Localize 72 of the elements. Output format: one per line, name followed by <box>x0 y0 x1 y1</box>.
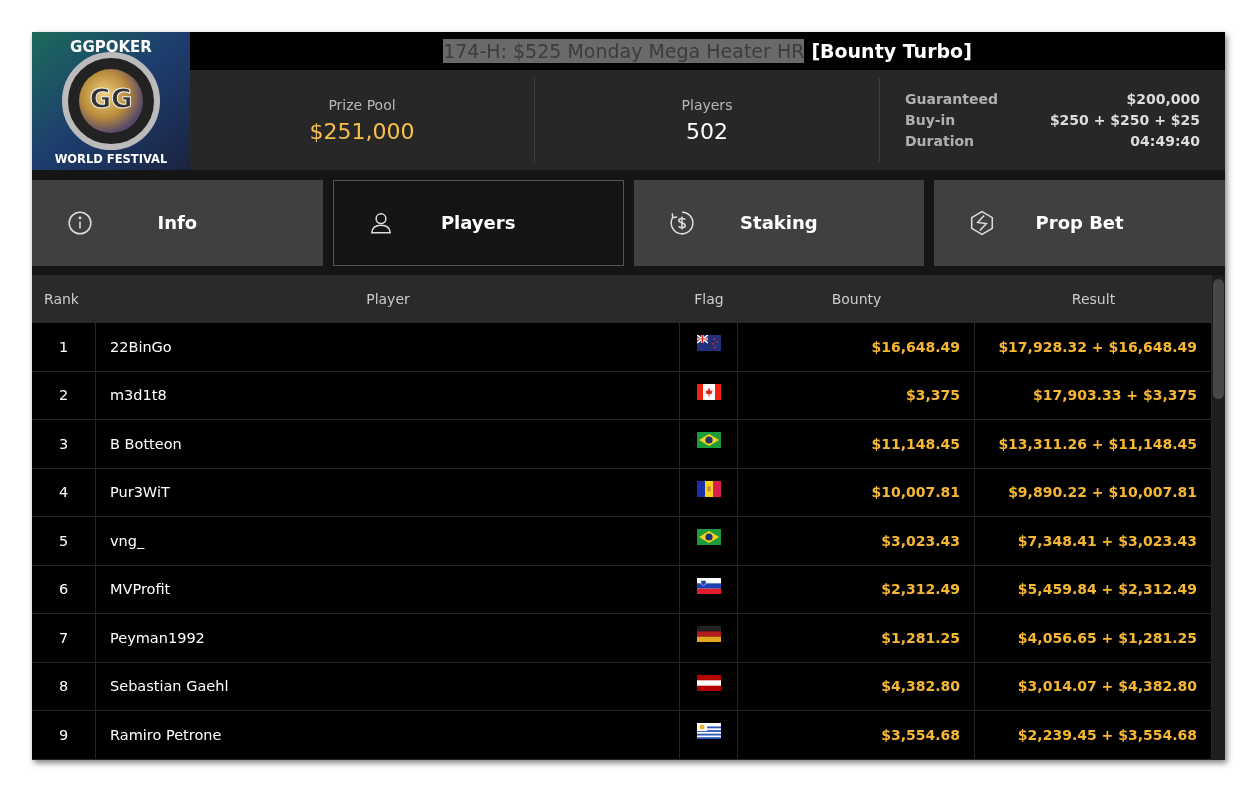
bounty-amount: $2,312.49 <box>881 581 960 598</box>
player-name: vng_ <box>110 532 145 549</box>
rank-cell: 6 <box>58 581 69 598</box>
bounty-amount: $3,375 <box>905 387 960 404</box>
result-amount: $17,928.32 + $16,648.49 <box>998 338 1197 355</box>
detail-label: Guaranteed <box>905 91 998 107</box>
rank-cell: 5 <box>58 532 69 549</box>
detail-value: $250 + $250 + $25 <box>1049 112 1200 128</box>
player-name: Sebastian Gaehl <box>110 678 229 695</box>
rank-cell: 7 <box>58 629 69 646</box>
bounty-amount: $11,148.45 <box>871 435 960 452</box>
tab[interactable]: Info <box>32 179 323 266</box>
result-amount: $2,239.45 + $3,554.68 <box>1017 726 1197 743</box>
scrollbar-thumb[interactable] <box>1213 279 1224 399</box>
logo-monogram-text: GG <box>89 84 133 114</box>
column-header: Player <box>365 291 411 307</box>
bounty-amount: $16,648.49 <box>871 338 960 355</box>
slovenia-flag-icon <box>696 577 721 594</box>
result-amount: $5,459.84 + $2,312.49 <box>1017 581 1197 598</box>
brazil-flag-icon <box>696 432 721 448</box>
prize-pool-label: Prize Pool <box>328 96 396 113</box>
player-name: Peyman1992 <box>110 629 205 646</box>
bounty-amount: $10,007.81 <box>871 484 960 501</box>
rank-cell: 9 <box>58 726 69 743</box>
info-icon <box>67 209 93 236</box>
bounty-amount: $3,554.68 <box>881 726 960 743</box>
player-name: Ramiro Petrone <box>110 726 222 743</box>
new-zealand-flag-icon <box>696 335 721 351</box>
lightning-hexagon-icon <box>969 209 996 236</box>
players-label: Players <box>681 96 733 113</box>
column-header: Bounty <box>830 291 883 307</box>
column-header: Rank <box>43 291 80 307</box>
rank-cell: 8 <box>58 678 69 695</box>
detail-value: $200,000 <box>1126 91 1200 107</box>
andorra-flag-icon <box>696 480 721 497</box>
detail-value: 04:49:40 <box>1130 133 1200 149</box>
rank-cell: 2 <box>58 387 69 404</box>
austria-flag-icon <box>696 674 721 691</box>
player-name: Pur3WiT <box>110 484 170 501</box>
prize-pool-value: $251,000 <box>309 118 415 144</box>
player-name: 22BinGo <box>110 338 172 355</box>
canada-flag-icon <box>696 383 721 400</box>
germany-flag-icon <box>696 626 721 642</box>
detail-label: Duration <box>905 133 974 149</box>
tab[interactable]: Players <box>332 179 624 266</box>
rank-cell: 4 <box>58 484 69 501</box>
bounty-amount: $4,382.80 <box>881 678 960 695</box>
detail-label: Buy-in <box>905 112 956 128</box>
tab[interactable]: Staking <box>633 179 925 266</box>
result-amount: $13,311.26 + $11,148.45 <box>998 435 1197 452</box>
player-name: m3d1t8 <box>110 387 167 404</box>
players-value: 502 <box>686 118 728 144</box>
result-amount: $7,348.41 + $3,023.43 <box>1017 532 1197 549</box>
rank-cell: 1 <box>58 338 69 355</box>
result-amount: $9,890.22 + $10,007.81 <box>1008 484 1197 501</box>
player-name: B Botteon <box>110 435 182 452</box>
result-amount: $4,056.65 + $1,281.25 <box>1017 629 1197 646</box>
uruguay-flag-icon <box>696 723 721 739</box>
dollar-coin-icon <box>668 209 695 236</box>
column-header: Result <box>1070 291 1117 307</box>
tab[interactable]: Prop Bet <box>934 179 1225 266</box>
logo-subtitle-text: WORLD FESTIVAL <box>54 152 168 166</box>
bounty-amount: $1,281.25 <box>881 629 960 646</box>
player-name: MVProfit <box>110 581 171 598</box>
brazil-flag-icon <box>696 529 721 545</box>
result-amount: $3,014.07 + $4,382.80 <box>1017 678 1197 695</box>
bounty-amount: $3,023.43 <box>881 532 960 549</box>
result-amount: $17,903.33 + $3,375 <box>1032 387 1197 404</box>
column-header: Flag <box>693 291 725 307</box>
logo-title-text: GGPOKER <box>70 38 152 56</box>
scrollbar[interactable] <box>1212 275 1225 760</box>
rank-cell: 3 <box>58 435 69 452</box>
